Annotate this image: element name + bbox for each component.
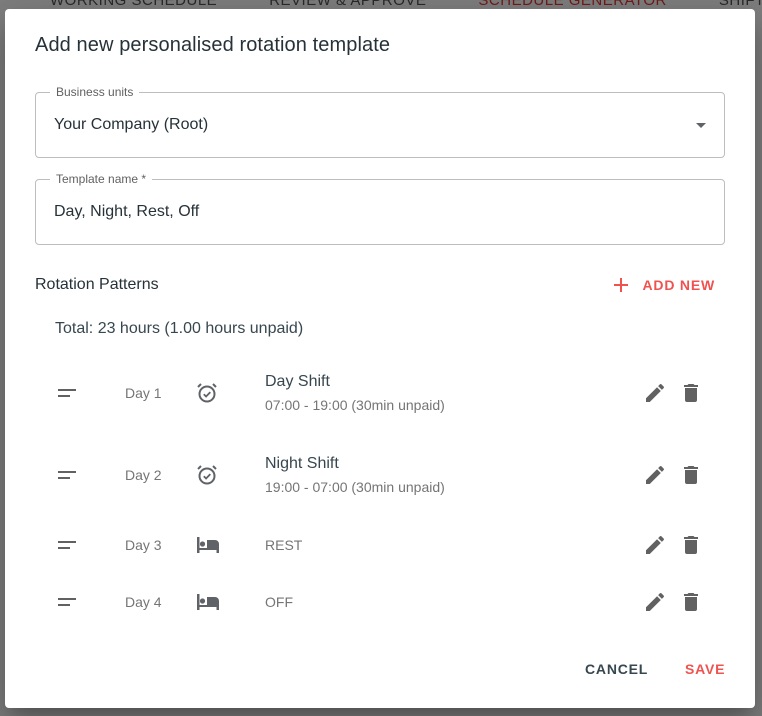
delete-trash-icon[interactable] (679, 463, 703, 487)
shift-info: REST (265, 537, 302, 553)
edit-pencil-icon[interactable] (643, 463, 667, 487)
template-name-field[interactable]: Template name * Day, Night, Rest, Off (35, 172, 725, 245)
rotation-row-day-4: Day 4 OFF (35, 577, 725, 627)
day-label: Day 3 (125, 537, 162, 553)
add-rotation-template-dialog: Add new personalised rotation template B… (5, 9, 755, 708)
drag-handle-icon[interactable] (57, 388, 77, 398)
bed-icon (195, 534, 221, 556)
plus-icon (613, 277, 629, 293)
save-button[interactable]: SAVE (681, 659, 729, 679)
edit-pencil-icon[interactable] (643, 533, 667, 557)
shift-name: Night Shift (265, 455, 339, 472)
shift-name: Day Shift (265, 373, 330, 390)
rotation-row-day-3: Day 3 REST (35, 520, 725, 570)
bed-icon (195, 591, 221, 613)
day-label: Day 2 (125, 467, 162, 483)
day-label: Day 1 (125, 385, 162, 401)
drag-handle-icon[interactable] (57, 540, 77, 550)
chevron-down-icon (696, 123, 706, 128)
drag-handle-icon[interactable] (57, 597, 77, 607)
shift-time: 07:00 - 19:00 (30min unpaid) (265, 397, 445, 413)
shift-info: Day Shift 07:00 - 19:00 (30min unpaid) (265, 373, 445, 413)
rotation-row-day-1: Day 1 Day Shift 07:00 - 19:00 (30min unp… (35, 368, 725, 418)
add-new-label: ADD NEW (642, 277, 715, 293)
add-new-pattern-button[interactable]: ADD NEW (603, 271, 725, 299)
shift-name: REST (265, 537, 303, 553)
delete-trash-icon[interactable] (679, 533, 703, 557)
business-units-value: Your Company (Root) (54, 116, 209, 133)
business-units-select[interactable]: Business units Your Company (Root) (35, 85, 725, 158)
template-name-label: Template name * (50, 172, 153, 186)
total-hours: Total: 23 hours (1.00 hours unpaid) (55, 320, 304, 337)
delete-trash-icon[interactable] (679, 381, 703, 405)
rotation-row-day-2: Day 2 Night Shift 19:00 - 07:00 (30min u… (35, 450, 725, 500)
business-units-label: Business units (50, 85, 140, 99)
rotation-patterns-heading: Rotation Patterns (35, 276, 159, 293)
shift-info: OFF (265, 594, 293, 610)
delete-trash-icon[interactable] (679, 590, 703, 614)
cancel-button[interactable]: CANCEL (581, 659, 652, 679)
edit-pencil-icon[interactable] (643, 381, 667, 405)
shift-info: Night Shift 19:00 - 07:00 (30min unpaid) (265, 455, 445, 495)
day-label: Day 4 (125, 594, 162, 610)
alarm-icon (195, 463, 219, 487)
drag-handle-icon[interactable] (57, 470, 77, 480)
dialog-title: Add new personalised rotation template (35, 34, 391, 56)
shift-time: 19:00 - 07:00 (30min unpaid) (265, 479, 445, 495)
edit-pencil-icon[interactable] (643, 590, 667, 614)
alarm-icon (195, 381, 219, 405)
template-name-value: Day, Night, Rest, Off (54, 203, 200, 220)
shift-name: OFF (265, 594, 293, 610)
